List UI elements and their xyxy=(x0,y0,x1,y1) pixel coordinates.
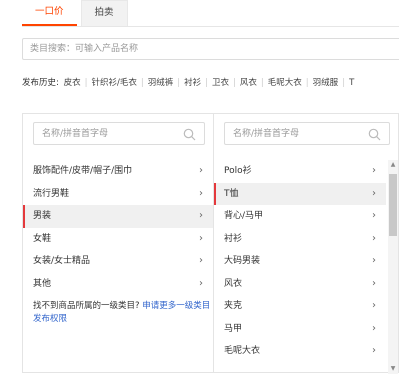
history-separator: | xyxy=(205,78,208,88)
history-item[interactable]: 皮衣 xyxy=(64,78,81,88)
category-item[interactable]: 其他 › xyxy=(23,273,213,296)
scrollbar-thumb[interactable] xyxy=(389,174,397,236)
category-item-label: 衬衫 xyxy=(224,233,243,244)
category-item[interactable]: 背心/马甲 › xyxy=(214,205,386,228)
level1-category-list: 服饰配件/皮带/帽子/围巾 › 流行男鞋 › 男装 › 女鞋 › 女装/女士精品 › 其他 › xyxy=(23,160,213,295)
level2-category-panel: Polo衫 › T恤 › 背心/马甲 › 衬衫 › 大码男装 › 风衣 › 夹克 › 马甲 › 毛呢大衣 › ▲ … xyxy=(213,113,399,374)
tabs-divider xyxy=(22,26,399,27)
category-item-label: 服饰配件/皮带/帽子/围巾 xyxy=(33,166,133,176)
category-item[interactable]: 风衣 › xyxy=(214,273,386,296)
history-items: 皮衣 | 针织衫/毛衣 | 羽绒裤 | 衬衫 | 卫衣 | 风衣 | 毛呢大衣 | 羽绒服 | T xyxy=(64,78,355,88)
chevron-right-icon: › xyxy=(372,165,376,176)
history-item[interactable]: 羽绒服 xyxy=(313,78,339,88)
chevron-right-icon: › xyxy=(372,232,376,244)
chevron-right-icon: › xyxy=(372,322,376,334)
category-item[interactable]: 流行男鞋 › xyxy=(23,183,213,206)
history-item[interactable]: 衬衫 xyxy=(184,78,201,88)
category-item[interactable]: 男装 › xyxy=(23,205,213,228)
history-item[interactable]: 毛呢大衣 xyxy=(268,78,302,88)
publish-history: 发布历史: 皮衣 | 针织衫/毛衣 | 羽绒裤 | 衬衫 | 卫衣 | 风衣 | 毛呢大衣 | 羽绒服 | T xyxy=(22,71,399,95)
chevron-right-icon: › xyxy=(372,187,376,199)
category-item[interactable]: 夹克 › xyxy=(214,295,386,318)
category-item[interactable]: T恤 › xyxy=(214,182,386,205)
history-separator: | xyxy=(84,78,88,88)
history-separator: | xyxy=(305,78,309,88)
chevron-right-icon: › xyxy=(199,165,203,176)
history-item[interactable]: 风衣 xyxy=(240,78,257,88)
help-text: 找不到商品所属的一级类目? xyxy=(33,301,140,311)
category-item-label: 大码男装 xyxy=(224,256,261,266)
category-item[interactable]: 马甲 › xyxy=(214,318,386,341)
history-item[interactable]: 针织衫/毛衣 xyxy=(91,78,136,88)
level2-scrollbar[interactable]: ▲ ▼ xyxy=(388,160,398,374)
chevron-right-icon: › xyxy=(372,255,376,266)
history-item[interactable]: T xyxy=(349,78,354,88)
history-separator: | xyxy=(260,78,264,88)
chevron-right-icon: › xyxy=(372,300,376,311)
chevron-right-icon: › xyxy=(372,277,376,289)
category-item-label: 其他 xyxy=(33,278,52,289)
history-separator: | xyxy=(140,78,144,88)
category-item[interactable]: 服饰配件/皮带/帽子/围巾 › xyxy=(23,160,213,183)
category-item-label: T恤 xyxy=(224,188,239,199)
scroll-up-arrow-icon[interactable]: ▲ xyxy=(388,160,398,170)
category-search-input[interactable] xyxy=(23,39,399,59)
category-item[interactable]: 毛呢大衣 › xyxy=(214,340,386,363)
category-help: 找不到商品所属的一级类目? 申请更多一级类目发布权限 xyxy=(33,300,211,326)
history-separator: | xyxy=(177,78,181,88)
level1-search-box xyxy=(33,122,205,145)
history-label: 发布历史: xyxy=(22,78,59,88)
category-item-label: 马甲 xyxy=(224,323,243,334)
category-item[interactable]: 女鞋 › xyxy=(23,228,213,251)
category-item[interactable]: 女装/女士精品 › xyxy=(23,250,213,273)
level2-search-box xyxy=(224,122,390,145)
category-item-label: Polo衫 xyxy=(224,166,252,176)
category-item-label: 夹克 xyxy=(224,301,243,311)
chevron-right-icon: › xyxy=(199,210,203,221)
history-item[interactable]: 卫衣 xyxy=(212,78,229,88)
history-item[interactable]: 羽绒裤 xyxy=(148,78,174,88)
category-item-label: 女鞋 xyxy=(33,233,52,244)
chevron-right-icon: › xyxy=(199,232,203,244)
category-item-label: 毛呢大衣 xyxy=(224,346,261,356)
chevron-right-icon: › xyxy=(199,255,203,266)
history-separator: | xyxy=(342,78,346,88)
tab-fixed-price[interactable]: 一口价 xyxy=(22,0,77,26)
category-item[interactable]: 衬衫 › xyxy=(214,228,386,251)
category-item-label: 风衣 xyxy=(224,278,243,289)
search-icon[interactable] xyxy=(368,128,381,141)
level1-search-input[interactable] xyxy=(34,123,204,144)
chevron-right-icon: › xyxy=(199,187,203,199)
level1-category-panel: 服饰配件/皮带/帽子/围巾 › 流行男鞋 › 男装 › 女鞋 › 女装/女士精品 › 其他 › 找不到… xyxy=(22,113,213,373)
history-separator: | xyxy=(233,78,236,88)
category-item[interactable]: 大码男装 › xyxy=(214,250,386,273)
level2-category-list: Polo衫 › T恤 › 背心/马甲 › 衬衫 › 大码男装 › 风衣 › 夹克 › 马甲 › 毛呢大衣 › xyxy=(214,160,386,363)
listing-type-tabs: 一口价 拍卖 xyxy=(22,0,128,26)
category-item-label: 女装/女士精品 xyxy=(33,256,91,266)
category-item-label: 流行男鞋 xyxy=(33,188,70,199)
tab-auction[interactable]: 拍卖 xyxy=(80,0,128,26)
search-icon[interactable] xyxy=(183,128,196,141)
chevron-right-icon: › xyxy=(372,345,376,356)
scroll-down-arrow-icon[interactable]: ▼ xyxy=(388,364,398,374)
category-item-label: 背心/马甲 xyxy=(224,211,264,221)
category-search-box xyxy=(22,38,399,60)
chevron-right-icon: › xyxy=(199,277,203,289)
category-item-label: 男装 xyxy=(33,211,52,221)
chevron-right-icon: › xyxy=(372,210,376,221)
level2-search-input[interactable] xyxy=(225,123,389,144)
category-item[interactable]: Polo衫 › xyxy=(214,160,386,183)
